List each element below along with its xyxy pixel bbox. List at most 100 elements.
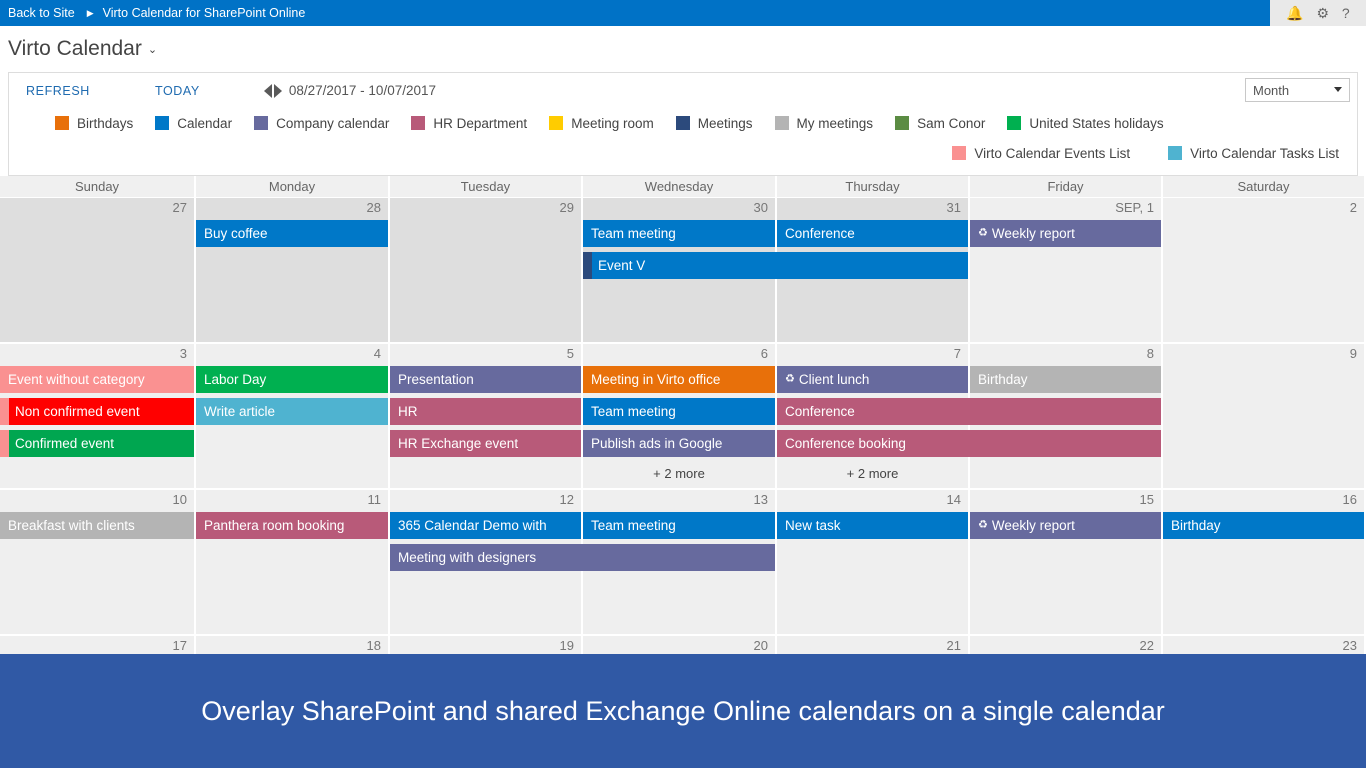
event-title: Weekly report [991, 226, 1075, 241]
calendar-event[interactable]: Event V [583, 252, 968, 279]
notifications-icon[interactable]: 🔔 [1286, 6, 1303, 20]
more-events-link[interactable]: + 2 more [583, 462, 775, 484]
legend-item-4[interactable]: Meeting room [549, 116, 654, 131]
back-to-site-link[interactable]: Back to Site [8, 6, 75, 20]
event-title: 365 Calendar Demo with [398, 518, 547, 533]
calendar-event[interactable]: Team meeting [583, 512, 775, 539]
legend-item-secondary-1[interactable]: Virto Calendar Tasks List [1168, 146, 1339, 161]
calendar-event[interactable]: New task [777, 512, 968, 539]
day-number: 19 [559, 638, 574, 653]
calendar-event[interactable]: Birthday [1163, 512, 1364, 539]
legend-item-label: Virto Calendar Events List [974, 145, 1131, 161]
calendar-event[interactable]: Presentation [390, 366, 581, 393]
chevron-down-icon[interactable]: ⌄ [148, 43, 157, 56]
previous-period-arrow-icon[interactable] [263, 83, 272, 98]
day-number: 31 [946, 200, 961, 215]
calendar-event[interactable]: Event without category [0, 366, 194, 393]
day-cell[interactable]: 27 [0, 198, 196, 344]
recurring-event-icon: ♻ [785, 373, 795, 385]
calendar-event[interactable]: 365 Calendar Demo with [390, 512, 581, 539]
event-title: Write article [204, 404, 276, 419]
calendar-event[interactable]: ♻ Weekly report [970, 220, 1161, 247]
calendar-event[interactable]: Conference [777, 398, 1161, 425]
calendar-event[interactable]: HR Exchange event [390, 430, 581, 457]
event-title: HR Exchange event [398, 436, 519, 451]
event-title: Conference [785, 404, 855, 419]
day-header-thursday: Thursday [777, 176, 970, 198]
refresh-button[interactable]: REFRESH [22, 84, 94, 98]
legend-color-swatch [55, 116, 69, 130]
calendar-event[interactable]: Breakfast with clients [0, 512, 194, 539]
legend-item-6[interactable]: My meetings [774, 115, 874, 131]
calendar-event[interactable]: Publish ads in Google [583, 430, 775, 457]
calendar-event[interactable]: Labor Day [196, 366, 388, 393]
calendar-weeks-container: 27 28 29 30 31 SEP, 1 2 Buy coffee Team meeting C… [0, 198, 1366, 696]
legend-item-8[interactable]: United States holidays [1007, 116, 1164, 131]
legend-item-7[interactable]: Sam Conor [895, 116, 985, 131]
calendar-event[interactable]: Non confirmed event [0, 398, 194, 425]
calendar-event[interactable]: ♻ Client lunch [777, 366, 968, 393]
event-title: HR [398, 404, 418, 419]
event-title: Non confirmed event [15, 404, 140, 419]
calendar-event[interactable]: Meeting with designers [390, 544, 775, 571]
calendar-event[interactable]: Confirmed event [0, 430, 194, 457]
legend-item-label: My meetings [796, 115, 874, 131]
day-header-wednesday: Wednesday [583, 176, 777, 198]
legend-item-label: Meeting room [571, 115, 654, 131]
calendar-event[interactable]: ♻ Weekly report [970, 512, 1161, 539]
next-period-arrow-icon[interactable] [273, 83, 282, 98]
legend-item-5[interactable]: Meetings [675, 116, 753, 131]
calendar-event[interactable]: Panthera room booking [196, 512, 388, 539]
day-number: 18 [366, 638, 381, 653]
legend-item-2[interactable]: Company calendar [254, 116, 389, 131]
category-legend: Birthdays Calendar Company calendar HR Depa… [9, 108, 1357, 168]
day-number: 13 [753, 492, 768, 507]
calendar-event[interactable]: Buy coffee [196, 220, 388, 247]
event-title: New task [785, 518, 841, 533]
event-title: Breakfast with clients [8, 518, 135, 533]
legend-item-1[interactable]: Calendar [155, 116, 232, 131]
day-number: 15 [1139, 492, 1154, 507]
legend-color-swatch [411, 116, 426, 130]
day-number: 6 [760, 346, 768, 361]
event-title: Birthday [1171, 518, 1221, 533]
day-number: 21 [946, 638, 961, 653]
event-title: Conference [785, 226, 855, 241]
day-cell[interactable]: 9 [1163, 344, 1366, 490]
legend-color-swatch [895, 116, 910, 130]
calendar-week-row: 3 4 5 6 7 8 9 Event without category Non confirm… [0, 344, 1366, 490]
event-title: Publish ads in Google [591, 436, 723, 451]
day-cell[interactable]: 2 [1163, 198, 1366, 344]
event-title: Buy coffee [204, 226, 268, 241]
event-title: Meeting in Virto office [591, 372, 721, 387]
suite-bar-brand-area: Back to Site ▶ Virto Calendar for ShareP… [0, 0, 1270, 26]
settings-gear-icon[interactable]: ⚙ [1317, 6, 1330, 20]
calendar-event[interactable]: Write article [196, 398, 388, 425]
calendar-event[interactable]: Birthday [970, 366, 1161, 393]
view-mode-select[interactable]: Month [1245, 78, 1350, 102]
period-navigation [263, 83, 282, 98]
today-button[interactable]: TODAY [151, 84, 204, 98]
calendar-event[interactable]: Team meeting [583, 398, 775, 425]
day-number: 23 [1342, 638, 1357, 653]
view-mode-selected-value: Month [1253, 82, 1290, 98]
calendar-event[interactable]: Team meeting [583, 220, 775, 247]
calendar-event[interactable]: HR [390, 398, 581, 425]
calendar-event[interactable]: Conference [777, 220, 968, 247]
legend-color-swatch [774, 116, 789, 130]
recurring-event-icon: ♻ [978, 227, 988, 239]
day-header-tuesday: Tuesday [390, 176, 583, 198]
legend-item-secondary-0[interactable]: Virto Calendar Events List [952, 146, 1130, 161]
event-title: Event without category [8, 372, 145, 387]
legend-row-secondary: Virto Calendar Events List Virto Calendar… [9, 138, 1357, 168]
calendar-event[interactable]: Conference booking [777, 430, 1161, 457]
legend-item-0[interactable]: Birthdays [55, 116, 133, 131]
event-title: Panthera room booking [204, 518, 345, 533]
more-events-link[interactable]: + 2 more [777, 462, 968, 484]
recurring-event-icon: ♻ [978, 519, 988, 531]
event-title: Team meeting [591, 404, 676, 419]
day-cell[interactable]: 29 [390, 198, 583, 344]
legend-item-3[interactable]: HR Department [411, 116, 527, 131]
help-icon[interactable]: ? [1342, 6, 1350, 20]
calendar-event[interactable]: Meeting in Virto office [583, 366, 775, 393]
